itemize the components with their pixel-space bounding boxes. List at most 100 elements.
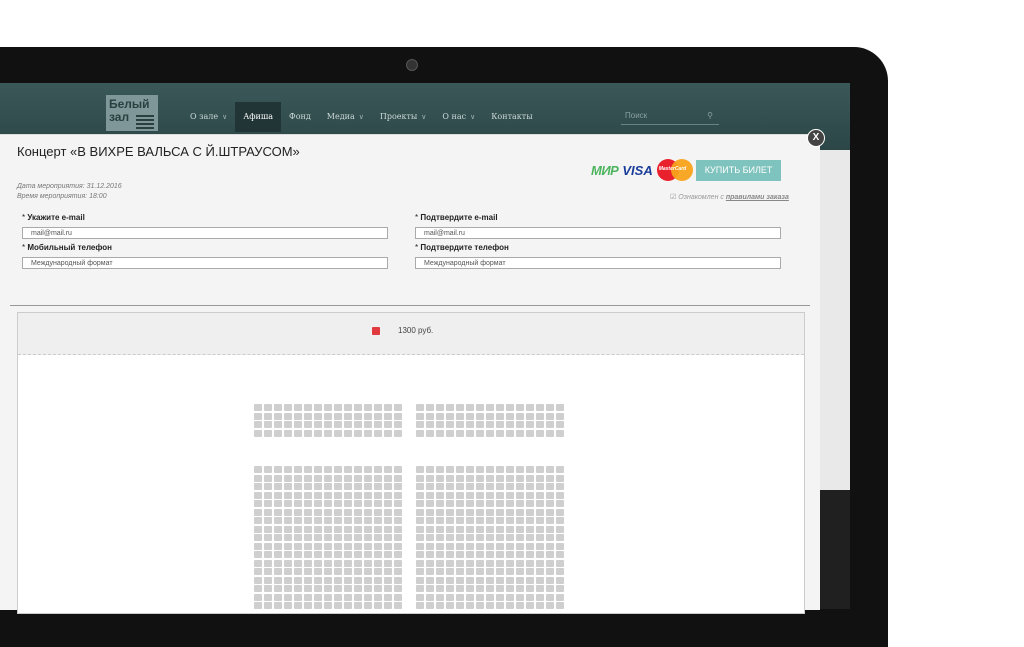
seat[interactable]	[264, 559, 272, 567]
seat[interactable]	[264, 404, 272, 411]
seat[interactable]	[264, 517, 272, 524]
seat[interactable]	[284, 542, 292, 550]
seat[interactable]	[556, 551, 564, 558]
seat[interactable]	[394, 593, 402, 601]
seat[interactable]	[354, 412, 362, 420]
seat[interactable]	[436, 559, 444, 567]
seat[interactable]	[456, 421, 464, 428]
seat[interactable]	[324, 412, 332, 420]
seat[interactable]	[284, 466, 292, 473]
seat[interactable]	[436, 474, 444, 482]
seat[interactable]	[416, 525, 424, 533]
seat[interactable]	[516, 517, 524, 524]
seat[interactable]	[324, 483, 332, 490]
seat[interactable]	[304, 474, 312, 482]
seat[interactable]	[354, 508, 362, 516]
seat[interactable]	[506, 412, 514, 420]
seat[interactable]	[496, 429, 504, 437]
seat[interactable]	[446, 568, 454, 575]
seat[interactable]	[314, 412, 322, 420]
seat[interactable]	[496, 500, 504, 507]
seat[interactable]	[394, 534, 402, 541]
seat[interactable]	[344, 474, 352, 482]
seat[interactable]	[354, 542, 362, 550]
seat[interactable]	[496, 551, 504, 558]
seat[interactable]	[476, 429, 484, 437]
seat[interactable]	[436, 404, 444, 411]
seat[interactable]	[314, 508, 322, 516]
seat[interactable]	[416, 474, 424, 482]
seat[interactable]	[416, 404, 424, 411]
seat[interactable]	[456, 602, 464, 609]
seat[interactable]	[284, 568, 292, 575]
seat[interactable]	[526, 517, 534, 524]
seat[interactable]	[426, 474, 434, 482]
seat[interactable]	[354, 404, 362, 411]
seat[interactable]	[546, 593, 554, 601]
seat[interactable]	[426, 576, 434, 584]
seat[interactable]	[324, 517, 332, 524]
seat[interactable]	[466, 421, 474, 428]
seat[interactable]	[314, 542, 322, 550]
seat[interactable]	[334, 576, 342, 584]
seat[interactable]	[334, 421, 342, 428]
seat[interactable]	[274, 491, 282, 499]
seat[interactable]	[294, 542, 302, 550]
seat[interactable]	[466, 602, 474, 609]
seat[interactable]	[334, 508, 342, 516]
seat[interactable]	[436, 568, 444, 575]
seat[interactable]	[536, 404, 544, 411]
seat[interactable]	[456, 568, 464, 575]
seat[interactable]	[364, 525, 372, 533]
seat[interactable]	[416, 429, 424, 437]
seat[interactable]	[466, 404, 474, 411]
seat[interactable]	[466, 474, 474, 482]
seat[interactable]	[304, 559, 312, 567]
seat[interactable]	[374, 474, 382, 482]
seat[interactable]	[486, 593, 494, 601]
seat[interactable]	[456, 593, 464, 601]
seat[interactable]	[374, 491, 382, 499]
seat[interactable]	[436, 585, 444, 592]
seat[interactable]	[436, 602, 444, 609]
seat[interactable]	[496, 466, 504, 473]
seat[interactable]	[274, 585, 282, 592]
seat[interactable]	[426, 483, 434, 490]
seat[interactable]	[324, 559, 332, 567]
seat[interactable]	[476, 576, 484, 584]
seat[interactable]	[314, 525, 322, 533]
seat[interactable]	[264, 429, 272, 437]
seat[interactable]	[516, 559, 524, 567]
seat[interactable]	[516, 525, 524, 533]
seat[interactable]	[476, 517, 484, 524]
seat[interactable]	[264, 412, 272, 420]
seat[interactable]	[334, 429, 342, 437]
seat[interactable]	[496, 585, 504, 592]
seat[interactable]	[476, 602, 484, 609]
seat[interactable]	[536, 585, 544, 592]
seat[interactable]	[526, 559, 534, 567]
seat[interactable]	[526, 525, 534, 533]
seat[interactable]	[446, 517, 454, 524]
seat[interactable]	[254, 517, 262, 524]
seat[interactable]	[486, 412, 494, 420]
seat[interactable]	[416, 602, 424, 609]
seat[interactable]	[274, 559, 282, 567]
seat[interactable]	[416, 517, 424, 524]
seat[interactable]	[516, 551, 524, 558]
seat[interactable]	[374, 517, 382, 524]
seat[interactable]	[364, 602, 372, 609]
seat[interactable]	[556, 474, 564, 482]
seat[interactable]	[304, 534, 312, 541]
seat[interactable]	[344, 500, 352, 507]
seat[interactable]	[556, 500, 564, 507]
seat[interactable]	[476, 568, 484, 575]
confirm-email-field[interactable]: mail@mail.ru	[415, 227, 781, 239]
seat[interactable]	[354, 500, 362, 507]
seat[interactable]	[526, 602, 534, 609]
seat[interactable]	[476, 483, 484, 490]
seat[interactable]	[416, 559, 424, 567]
seat[interactable]	[264, 602, 272, 609]
seat[interactable]	[374, 421, 382, 428]
seat[interactable]	[304, 576, 312, 584]
